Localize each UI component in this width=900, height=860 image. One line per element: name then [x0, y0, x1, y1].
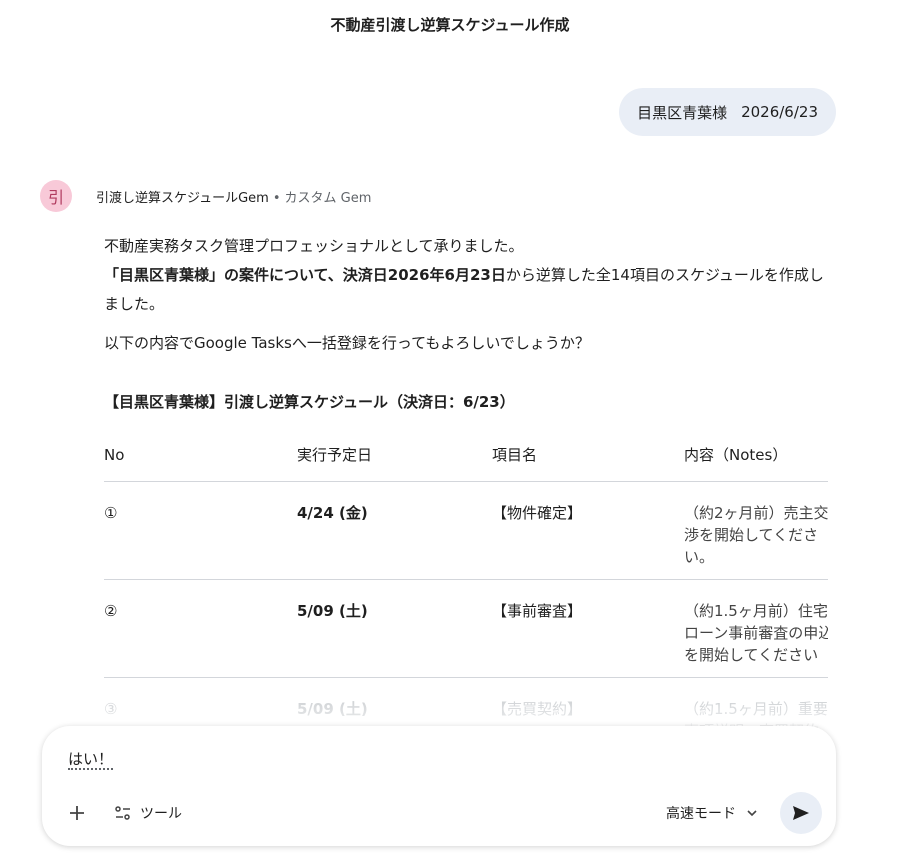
response-paragraph-2: 以下の内容でGoogle Tasksへ一括登録を行ってもよろしいでしょうか？ — [104, 334, 590, 352]
row-notes: （約1.5ヶ月前）住宅ローン事前審査の申込を開始してください — [684, 602, 828, 664]
user-message-name: 目黒区青葉様 — [637, 103, 728, 122]
plus-icon — [70, 806, 84, 820]
row-item: 【事前審査】 — [492, 602, 583, 620]
mode-label: 高速モード — [666, 806, 736, 822]
row-date: 5/09 (土) — [297, 602, 368, 620]
composer: はい！ ツール 高速モード — [42, 726, 836, 846]
send-button[interactable] — [780, 792, 822, 834]
gem-subtitle: カスタム Gem — [284, 191, 372, 206]
table-row: ③ 5/09 (土) 【売買契約】 （約1.5ヶ月前）重要事項説明・売買契約 — [104, 678, 828, 732]
composer-input-text: はい！ — [68, 750, 114, 770]
response-body: 不動産実務タスク管理プロフェッショナルとして承りました。 「目黒区青葉様」の案件… — [104, 232, 834, 417]
row-no: ① — [104, 504, 118, 522]
gem-avatar: 引 — [40, 180, 72, 212]
gem-header: 引渡し逆算スケジュールGem • カスタム Gem — [96, 187, 371, 206]
user-message-date: 2026/6/23 — [741, 103, 818, 121]
response-paragraph-1: 「目黒区青葉様」の案件について、決済日2026年6月23日から逆算した全14項目… — [104, 261, 834, 319]
gem-name: 引渡し逆算スケジュールGem — [96, 191, 269, 206]
tools-button[interactable]: ツール — [114, 800, 182, 826]
response-bold-text: 「目黒区青葉様」の案件について、決済日2026年6月23日 — [104, 266, 506, 284]
composer-input[interactable]: はい！ — [68, 748, 114, 770]
schedule-table: No 実行予定日 項目名 内容（Notes） ① 4/24 (金) 【物件確定】… — [104, 432, 828, 732]
chevron-down-icon — [747, 810, 757, 817]
schedule-title: 【目黒区青葉様】引渡し逆算スケジュール（決済日：6/23） — [104, 393, 515, 411]
user-message-bubble: 目黒区青葉様 2026/6/23 — [619, 88, 836, 136]
row-date: 4/24 (金) — [297, 504, 368, 522]
mode-selector[interactable]: 高速モード — [666, 800, 758, 826]
header-no: No — [104, 446, 125, 464]
table-row: ① 4/24 (金) 【物件確定】 （約2ヶ月前）売主交渉を開始してください。 — [104, 482, 828, 580]
row-item: 【売買契約】 — [492, 700, 583, 718]
row-no: ② — [104, 602, 118, 620]
send-icon — [793, 806, 809, 820]
gem-separator: • — [272, 191, 281, 206]
row-notes: （約2ヶ月前）売主交渉を開始してください。 — [684, 504, 828, 566]
add-button[interactable] — [64, 800, 90, 826]
row-no: ③ — [104, 700, 118, 718]
response-line-1: 不動産実務タスク管理プロフェッショナルとして承りました。 — [104, 237, 524, 255]
row-date: 5/09 (土) — [297, 700, 368, 718]
header-item: 項目名 — [492, 446, 538, 464]
header-date: 実行予定日 — [297, 446, 373, 464]
tools-icon — [115, 806, 130, 820]
table-row: ② 5/09 (土) 【事前審査】 （約1.5ヶ月前）住宅ローン事前審査の申込を… — [104, 580, 828, 678]
table-header-row: No 実行予定日 項目名 内容（Notes） — [104, 432, 828, 482]
header-notes: 内容（Notes） — [684, 446, 788, 464]
page-title: 不動産引渡し逆算スケジュール作成 — [330, 16, 570, 34]
row-item: 【物件確定】 — [492, 504, 583, 522]
tools-label: ツール — [140, 806, 182, 822]
